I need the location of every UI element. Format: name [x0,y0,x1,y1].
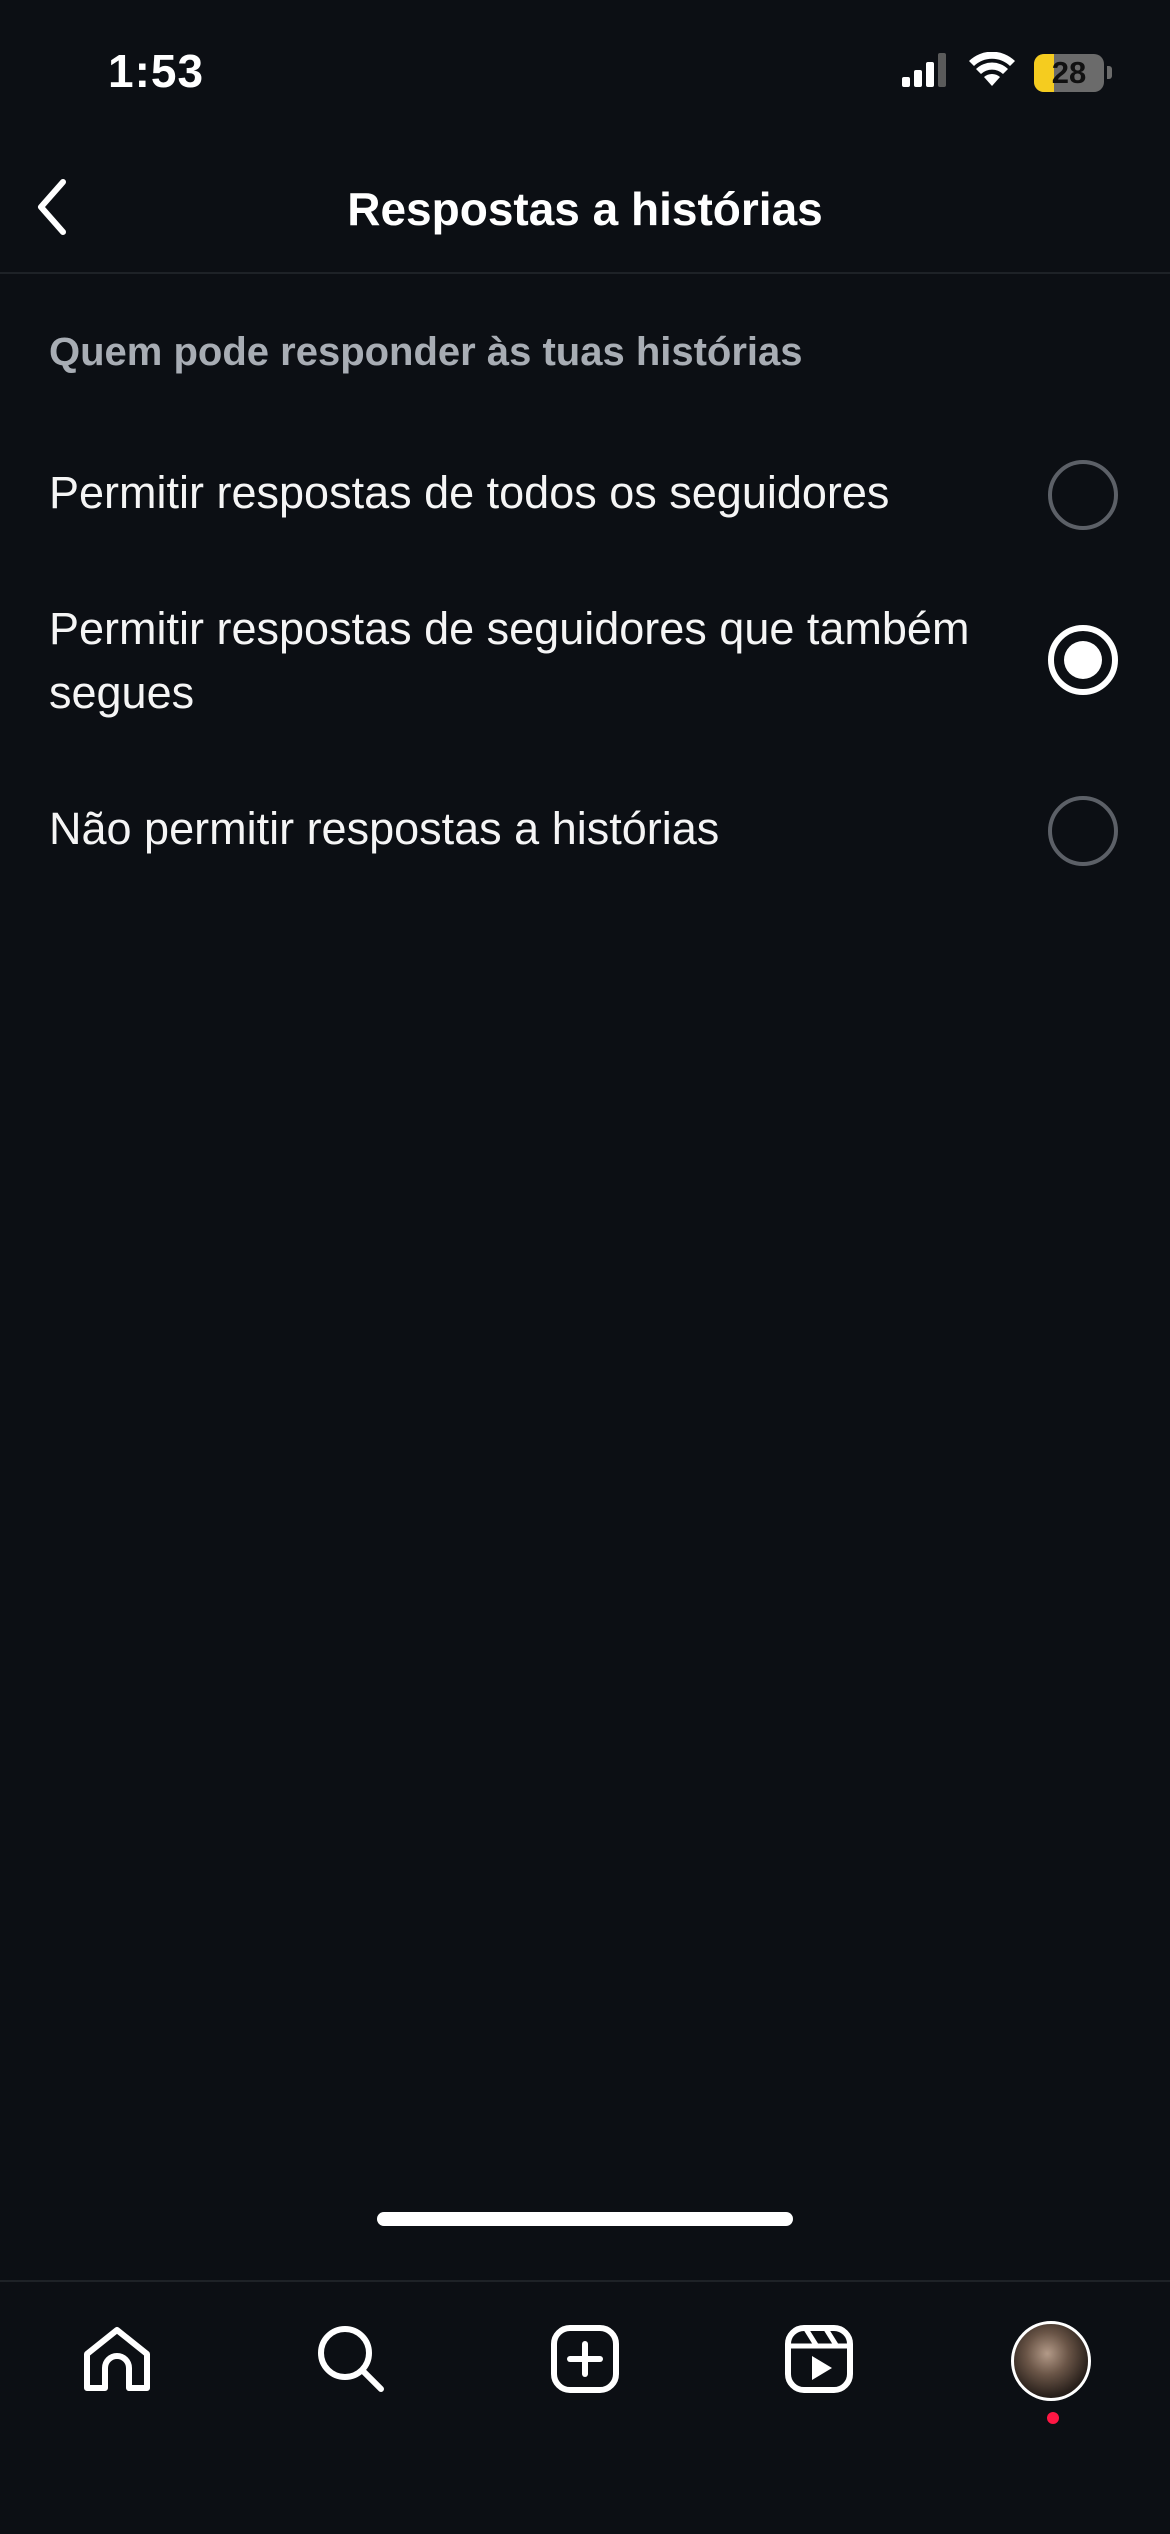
status-icons: 28 [902,51,1112,93]
wifi-icon [968,51,1016,93]
nav-home[interactable] [72,2316,162,2406]
option-label: Permitir respostas de seguidores que tam… [49,603,970,718]
radio-button[interactable] [1048,460,1118,530]
page-title: Respostas a histórias [347,183,823,235]
option-all-followers[interactable]: Permitir respostas de todos os seguidore… [0,450,1170,540]
home-icon [81,2324,153,2399]
cellular-signal-icon [902,53,950,92]
battery-icon: 28 [1034,53,1104,92]
status-time: 1:53 [108,45,205,97]
battery-level-fill [1034,53,1054,92]
option-followers-you-follow[interactable]: Permitir respostas de seguidores que tam… [0,590,1170,730]
nav-search[interactable] [306,2316,396,2406]
nav-reels[interactable] [774,2316,864,2406]
notification-dot [1047,2412,1059,2424]
option-label: Não permitir respostas a histórias [49,803,720,854]
battery-level-text: 28 [1051,54,1087,90]
radio-button[interactable] [1048,796,1118,866]
option-no-replies[interactable]: Não permitir respostas a histórias [0,785,1170,875]
bottom-navigation [0,2280,1170,2534]
search-icon [315,2323,387,2400]
status-bar: 1:53 28 [0,0,1170,150]
nav-profile[interactable] [1006,2316,1096,2406]
create-icon [550,2324,620,2399]
nav-create[interactable] [540,2316,630,2406]
avatar [1011,2321,1091,2401]
option-label: Permitir respostas de todos os seguidore… [49,467,890,518]
reels-icon [784,2324,854,2399]
section-heading: Quem pode responder às tuas histórias [49,330,803,374]
home-indicator[interactable] [377,2212,793,2226]
battery-tip [1107,66,1112,79]
header: Respostas a histórias [0,150,1170,274]
radio-button[interactable] [1048,625,1118,695]
